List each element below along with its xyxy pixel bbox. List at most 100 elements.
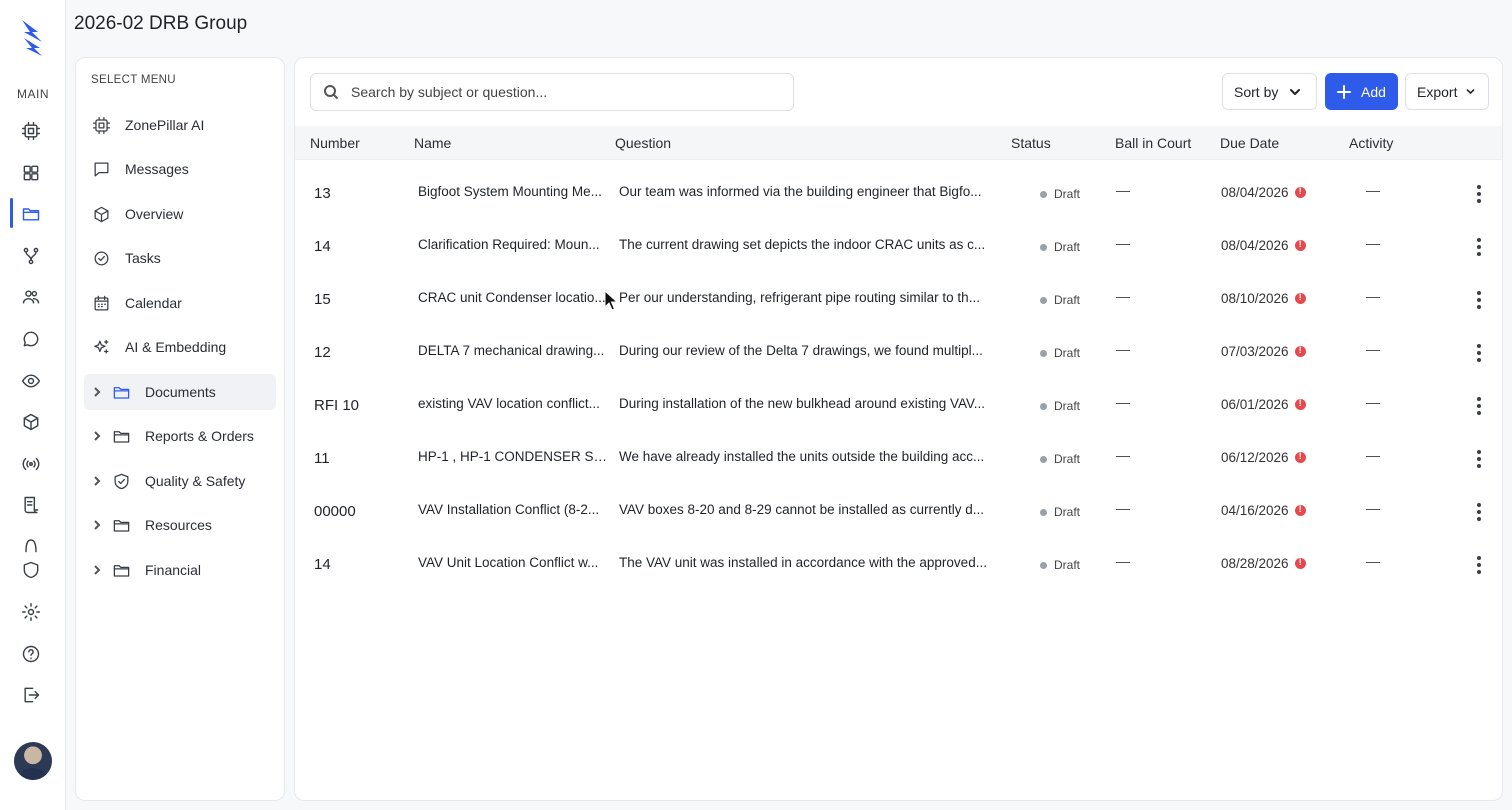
cube-icon[interactable]	[18, 409, 44, 435]
row-more-options-icon[interactable]	[1471, 503, 1487, 521]
menu-item-calendar[interactable]: Calendar	[84, 285, 276, 321]
row-more-options-icon[interactable]	[1471, 450, 1487, 468]
grid-icon[interactable]	[18, 160, 44, 186]
table-row[interactable]: 13 Bigfoot System Mounting Me... Our team …	[295, 168, 1502, 221]
add-button[interactable]: Add	[1325, 73, 1398, 110]
table-row[interactable]: RFI 10 existing VAV location conflict... D…	[295, 380, 1502, 433]
cube-icon	[91, 204, 111, 224]
folder-icon	[111, 382, 131, 402]
menu-folder-documents[interactable]: Documents	[84, 374, 276, 410]
menu-folder-financial[interactable]: Financial	[84, 552, 276, 588]
overdue-alert-icon	[1294, 186, 1306, 198]
activity: —	[1366, 500, 1380, 516]
message-icon	[91, 159, 111, 179]
ball-in-court: —	[1116, 447, 1130, 463]
rfi-list-panel: Sort by Add Export Number Name Question …	[294, 57, 1503, 801]
due-date: 08/04/2026	[1221, 238, 1306, 253]
table-row[interactable]: 14 Clarification Required: Moun... The cur…	[295, 221, 1502, 274]
rfi-name[interactable]: existing VAV location conflict...	[418, 396, 611, 411]
ball-in-court: —	[1116, 288, 1130, 304]
menu-item-zonepillar-ai[interactable]: ZonePillar AI	[84, 107, 276, 143]
chevron-right-icon[interactable]	[91, 430, 103, 442]
users-icon[interactable]	[18, 284, 44, 310]
chevron-right-icon[interactable]	[91, 519, 103, 531]
page-title: 2026-02 DRB Group	[74, 13, 248, 34]
menu-item-messages[interactable]: Messages	[84, 151, 276, 187]
broadcast-icon[interactable]	[18, 451, 44, 477]
table-header: Number Name Question Status Ball in Cour…	[295, 126, 1502, 160]
rfi-name[interactable]: Clarification Required: Moun...	[418, 237, 611, 252]
status-badge: Draft	[1040, 399, 1080, 413]
column-header-number[interactable]: Number	[310, 135, 360, 151]
app-logo-icon[interactable]	[16, 16, 48, 60]
row-more-options-icon[interactable]	[1471, 344, 1487, 362]
ball-in-court: —	[1116, 394, 1130, 410]
add-label: Add	[1361, 83, 1386, 100]
shield-icon[interactable]	[18, 557, 44, 583]
row-more-options-icon[interactable]	[1471, 291, 1487, 309]
menu-item-tasks[interactable]: Tasks	[84, 240, 276, 276]
arch-icon[interactable]	[18, 532, 44, 558]
export-button[interactable]: Export	[1405, 73, 1489, 110]
logout-icon[interactable]	[18, 682, 44, 708]
rfi-name[interactable]: DELTA 7 mechanical drawing...	[418, 343, 611, 358]
row-more-options-icon[interactable]	[1471, 185, 1487, 203]
table-row[interactable]: 00000 VAV Installation Conflict (8-2... VA…	[295, 486, 1502, 539]
table-row[interactable]: 12 DELTA 7 mechanical drawing... During ou…	[295, 327, 1502, 380]
rfi-name[interactable]: HP-1 , HP-1 CONDENSER Su...	[418, 449, 611, 464]
overdue-alert-icon	[1294, 398, 1306, 410]
menu-item-ai-embedding[interactable]: AI & Embedding	[84, 329, 276, 365]
table-row[interactable]: 11 HP-1 , HP-1 CONDENSER Su... We have alr…	[295, 433, 1502, 486]
rfi-name[interactable]: VAV Installation Conflict (8-2...	[418, 502, 611, 517]
export-label: Export	[1417, 83, 1458, 100]
column-header-due-date[interactable]: Due Date	[1220, 135, 1279, 151]
search-input[interactable]	[351, 84, 771, 100]
table-row[interactable]: 14 VAV Unit Location Conflict w... The VAV…	[295, 539, 1502, 592]
user-avatar[interactable]	[14, 742, 52, 780]
eye-icon[interactable]	[18, 368, 44, 394]
row-more-options-icon[interactable]	[1471, 556, 1487, 574]
search-icon	[323, 84, 339, 100]
chat-icon[interactable]	[18, 326, 44, 352]
gear-icon[interactable]	[18, 599, 44, 625]
column-header-question[interactable]: Question	[615, 135, 671, 151]
column-header-ball-in-court[interactable]: Ball in Court	[1115, 135, 1191, 151]
menu-folder-reports-orders[interactable]: Reports & Orders	[84, 418, 276, 454]
rfi-name[interactable]: Bigfoot System Mounting Me...	[418, 184, 611, 199]
rfi-number: 12	[314, 344, 331, 361]
help-icon[interactable]	[18, 641, 44, 667]
menu-item-overview[interactable]: Overview	[84, 196, 276, 232]
status-dot-icon	[1040, 296, 1047, 304]
rfi-name[interactable]: CRAC unit Condenser locatio...	[418, 290, 611, 305]
due-date-value: 08/10/2026	[1221, 291, 1289, 306]
ball-in-court: —	[1116, 341, 1130, 357]
column-header-name[interactable]: Name	[414, 135, 451, 151]
select-menu-panel: SELECT MENU ZonePillar AI Messages Overv…	[75, 57, 285, 801]
branch-icon[interactable]	[18, 243, 44, 269]
rfi-question: VAV boxes 8-20 and 8-29 cannot be instal…	[619, 502, 984, 517]
menu-item-label: Tasks	[125, 250, 161, 266]
status-dot-icon	[1040, 190, 1047, 198]
chevron-right-icon[interactable]	[91, 386, 103, 398]
row-more-options-icon[interactable]	[1471, 238, 1487, 256]
table-row[interactable]: 15 CRAC unit Condenser locatio... Per our …	[295, 274, 1502, 327]
menu-folder-resources[interactable]: Resources	[84, 507, 276, 543]
search-box[interactable]	[310, 73, 794, 111]
folder-icon[interactable]	[18, 201, 44, 227]
chevron-right-icon[interactable]	[91, 564, 103, 576]
status-label: Draft	[1054, 346, 1081, 360]
menu-folder-label: Documents	[145, 384, 216, 400]
rfi-question: During installation of the new bulkhead …	[619, 396, 985, 411]
activity: —	[1366, 447, 1380, 463]
row-more-options-icon[interactable]	[1471, 397, 1487, 415]
chevron-right-icon[interactable]	[91, 475, 103, 487]
column-header-status[interactable]: Status	[1011, 135, 1051, 151]
sort-by-button[interactable]: Sort by	[1222, 73, 1317, 110]
chip-icon[interactable]	[18, 118, 44, 144]
receipt-icon[interactable]	[18, 492, 44, 518]
status-label: Draft	[1054, 187, 1081, 201]
ball-in-court: —	[1116, 500, 1130, 516]
menu-folder-quality-safety[interactable]: Quality & Safety	[84, 463, 276, 499]
rfi-name[interactable]: VAV Unit Location Conflict w...	[418, 555, 611, 570]
column-header-activity[interactable]: Activity	[1349, 135, 1393, 151]
